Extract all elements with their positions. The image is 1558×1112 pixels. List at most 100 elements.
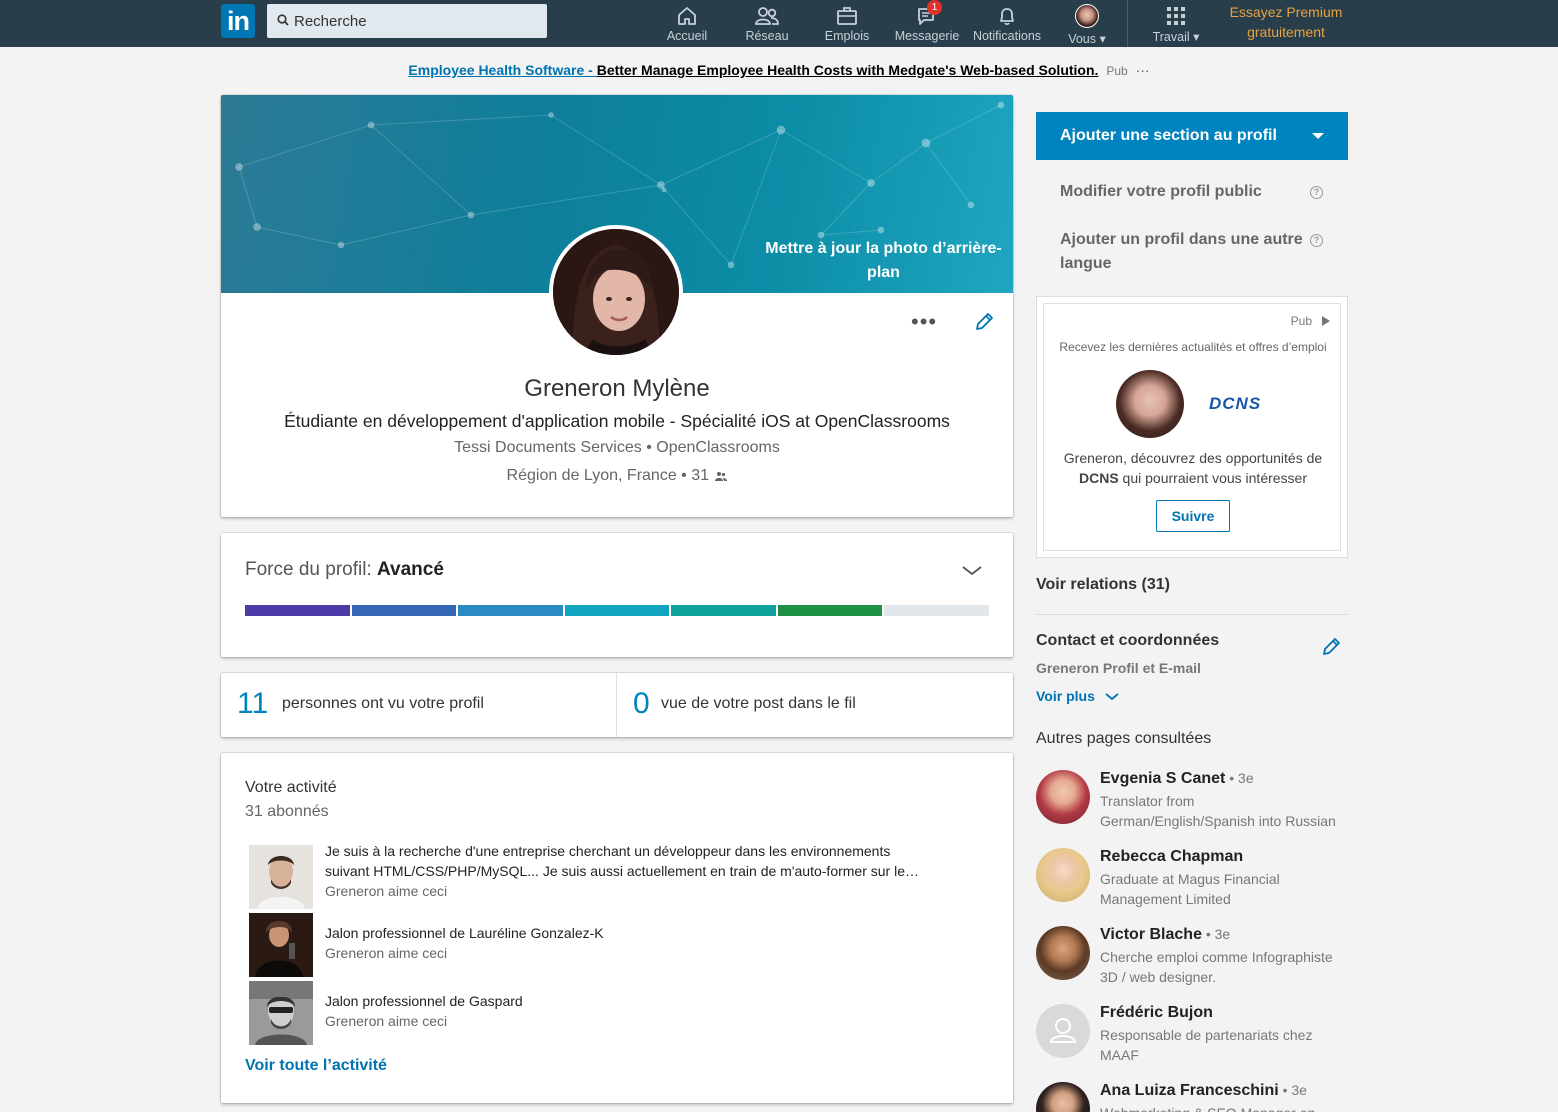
activity-thumbnail	[249, 981, 313, 1045]
update-banner-photo-link[interactable]: Mettre à jour la photo d’arrière-plan	[761, 237, 1006, 285]
nav-me-label: Vous ▾	[1068, 32, 1106, 46]
person-name: Rebecca Chapman	[1100, 848, 1244, 865]
bell-icon	[1000, 8, 1014, 25]
follow-button[interactable]: Suivre	[1156, 500, 1230, 532]
see-connections-link[interactable]: Voir relations (31)	[1036, 576, 1170, 594]
profile-photo-image	[553, 229, 679, 355]
adchoices-icon[interactable]	[1322, 316, 1330, 326]
messaging-badge: 1	[927, 0, 942, 15]
person-degree: • 3e	[1201, 926, 1231, 942]
avatar	[1036, 1082, 1090, 1112]
profile-card: Mettre à jour la photo d’arrière-plan ••…	[221, 95, 1013, 517]
sponsored-ad-card: Pub Recevez les dernières actualités et …	[1036, 296, 1348, 558]
nav-jobs-label: Emplois	[824, 29, 870, 43]
chevron-down-icon	[1105, 693, 1119, 701]
ad-pub-label: Pub	[1290, 314, 1312, 328]
activity-meta: Greneron aime ceci	[325, 945, 448, 961]
activity-item[interactable]: Jalon professionnel de Lauréline Gonzale…	[249, 913, 949, 977]
person-name: Victor Blache • 3e	[1100, 926, 1231, 943]
profile-strength-card: Force du profil: Avancé	[221, 533, 1013, 657]
list-item[interactable]: Frédéric Bujon Responsable de partenaria…	[1036, 1004, 1348, 1074]
contact-info-subtitle: Greneron Profil et E-mail	[1036, 660, 1201, 676]
nav-notifications[interactable]: Notifications	[970, 0, 1044, 47]
nav-messaging[interactable]: 1 Messagerie	[894, 0, 960, 47]
chevron-down-icon[interactable]	[961, 565, 983, 577]
activity-text-block: Jalon professionnel de Gaspard Greneron …	[325, 991, 925, 1031]
activity-thumbnail	[249, 845, 313, 909]
more-options-icon[interactable]: •••	[911, 309, 937, 335]
caret-down-icon: ▾	[1193, 30, 1200, 44]
company-logo[interactable]: DCNS	[1209, 394, 1261, 414]
nav-messaging-label: Messagerie	[894, 29, 960, 43]
strength-segment	[564, 605, 670, 616]
list-item[interactable]: Victor Blache • 3e Cherche emploi comme …	[1036, 926, 1348, 996]
search-input[interactable]	[294, 4, 542, 38]
profile-views-text: personnes ont vu votre profil	[282, 695, 484, 712]
edit-icon[interactable]	[973, 311, 995, 333]
activity-thumbnail	[249, 913, 313, 977]
help-icon[interactable]: ?	[1310, 234, 1323, 247]
nav-notifications-label: Notifications	[972, 29, 1042, 43]
nav-me[interactable]: Vous ▾	[1062, 0, 1112, 47]
profile-stats-card: 11 personnes ont vu votre profil 0 vue d…	[221, 673, 1013, 737]
post-views-stat[interactable]: 0 vue de votre post dans le fil	[617, 673, 1013, 737]
list-item[interactable]: Ana Luiza Franceschini • 3e Webmarketing…	[1036, 1082, 1348, 1112]
activity-meta: Greneron aime ceci	[325, 883, 448, 899]
search-box[interactable]	[267, 4, 547, 38]
see-all-activity-link[interactable]: Voir toute l’activité	[245, 1057, 387, 1075]
list-item[interactable]: Evgenia S Canet • 3e Translator from Ger…	[1036, 770, 1348, 840]
person-headline: Graduate at Magus Financial Management L…	[1100, 871, 1280, 907]
help-icon[interactable]: ?	[1310, 186, 1323, 199]
caret-down-icon: ▾	[1099, 32, 1106, 46]
briefcase-icon	[837, 7, 857, 25]
home-icon	[678, 7, 696, 25]
nav-network[interactable]: Réseau	[740, 0, 794, 47]
add-profile-section-label: Ajouter une section au profil	[1060, 127, 1277, 144]
post-views-text: vue de votre post dans le fil	[661, 695, 856, 712]
person-name: Evgenia S Canet • 3e	[1100, 770, 1254, 787]
profile-photo[interactable]	[549, 225, 683, 359]
see-more-contact-link[interactable]: Voir plus	[1036, 688, 1119, 704]
profile-views-count: 11	[237, 687, 269, 720]
activity-item[interactable]: Je suis à la recherche d'une entreprise …	[249, 843, 949, 909]
person-degree: • 3e	[1278, 1082, 1307, 1098]
activity-item[interactable]: Jalon professionnel de Gaspard Greneron …	[249, 981, 949, 1045]
edit-public-profile-link[interactable]: Modifier votre profil public	[1060, 180, 1300, 204]
ad-message-company: DCNS	[1079, 470, 1119, 486]
activity-title: Votre activité	[245, 779, 337, 796]
avatar	[1075, 4, 1099, 28]
divider	[1036, 614, 1348, 615]
profile-location: Région de Lyon, France • 31	[221, 467, 1013, 485]
ad-text[interactable]: Better Manage Employee Health Costs with…	[597, 62, 1099, 78]
activity-meta: Greneron aime ceci	[325, 1013, 448, 1029]
premium-link[interactable]: Essayez Premium gratuitement	[1216, 2, 1356, 42]
strength-segment	[245, 605, 350, 616]
activity-followers: 31 abonnés	[245, 803, 329, 820]
profile-strength-level: Avancé	[377, 559, 444, 580]
avatar	[1036, 770, 1090, 824]
default-user-icon	[1049, 1018, 1077, 1043]
person-name: Frédéric Bujon	[1100, 1004, 1213, 1021]
ad-link[interactable]: Employee Health Software -	[408, 62, 596, 78]
ad-more-icon[interactable]: ···	[1136, 62, 1150, 78]
ad-pub-label: Pub	[1106, 64, 1128, 78]
list-item[interactable]: Rebecca Chapman Graduate at Magus Financ…	[1036, 848, 1348, 918]
nav-jobs[interactable]: Emplois	[820, 0, 874, 47]
add-profile-section-button[interactable]: Ajouter une section au profil	[1036, 112, 1348, 160]
avatar	[1036, 1004, 1090, 1058]
avatar	[1036, 848, 1090, 902]
people-icon	[715, 471, 728, 481]
nav-work[interactable]: Travail ▾	[1148, 0, 1204, 47]
nav-home-label: Accueil	[666, 29, 708, 43]
nav-home[interactable]: Accueil	[662, 0, 712, 47]
activity-text: Je suis à la recherche d'une entreprise …	[325, 843, 920, 879]
edit-contact-icon[interactable]	[1320, 636, 1342, 658]
profile-views-stat[interactable]: 11 personnes ont vu votre profil	[221, 673, 617, 737]
profile-companies: Tessi Documents Services • OpenClassroom…	[454, 439, 780, 456]
linkedin-logo[interactable]: in	[221, 4, 255, 38]
add-language-profile-link[interactable]: Ajouter un profil dans une autre langue	[1060, 228, 1305, 276]
ad-banner: Employee Health Software - Better Manage…	[0, 62, 1558, 78]
person-headline: Translator from German/English/Spanish i…	[1100, 793, 1336, 829]
profile-strength-meter	[245, 605, 990, 616]
post-views-count: 0	[633, 687, 650, 720]
